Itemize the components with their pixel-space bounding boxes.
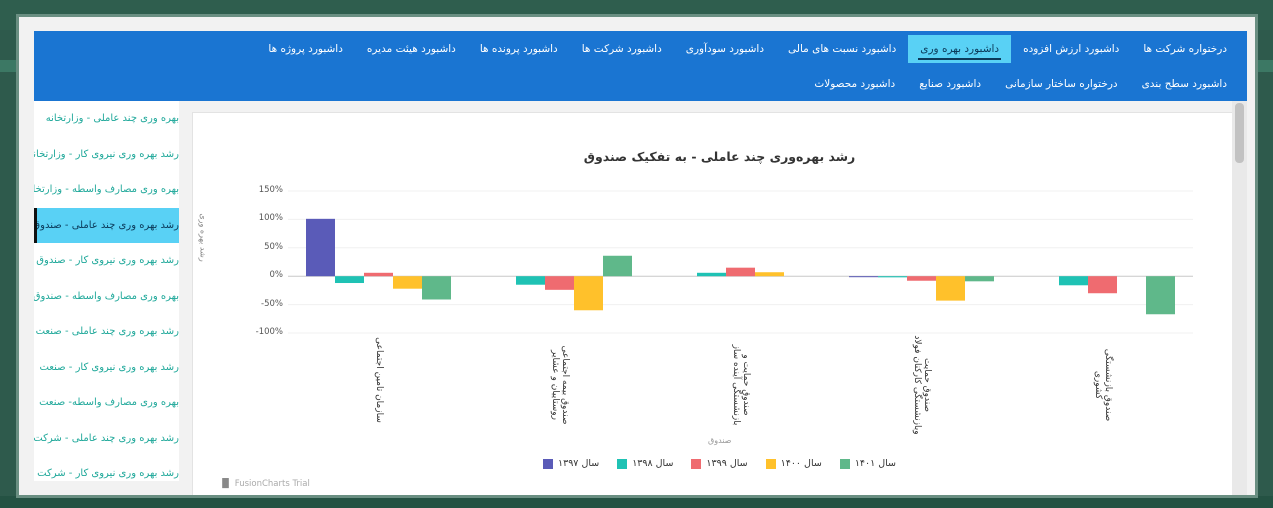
nav-item[interactable]: درختواره ساختار سازمانی bbox=[993, 70, 1130, 98]
nav-item[interactable]: داشبورد سودآوری bbox=[674, 35, 776, 63]
legend-label: سال ۱۳۹۷ bbox=[558, 458, 600, 469]
bar[interactable] bbox=[849, 276, 878, 278]
chart-panel: رشد بهره‌وری چند عاملی - به تفکیک صندوق … bbox=[192, 112, 1247, 495]
nav-item[interactable]: داشبورد ارزش افزوده bbox=[1011, 35, 1131, 63]
sidebar-item[interactable]: رشد بهره وری نیروی کار - وزارتخانه bbox=[34, 137, 179, 173]
bar[interactable] bbox=[603, 255, 632, 277]
x-category-label: صندوق حمایت وبازنشستگی کارکنان فولاد bbox=[911, 335, 932, 435]
bar-chart bbox=[288, 190, 1193, 334]
bar[interactable] bbox=[1146, 276, 1175, 315]
legend-item[interactable]: سال ۱۳۹۹ bbox=[691, 458, 748, 469]
nav-item[interactable]: داشبورد نسبت های مالی bbox=[776, 35, 908, 63]
bar[interactable] bbox=[335, 276, 364, 284]
bar[interactable] bbox=[936, 276, 965, 301]
nav-item[interactable]: داشبورد پروژه ها bbox=[256, 35, 355, 63]
bar[interactable] bbox=[907, 276, 936, 281]
legend-swatch bbox=[691, 458, 702, 469]
bar[interactable] bbox=[1088, 276, 1117, 294]
fusioncharts-logo-icon: ▐▌ bbox=[219, 479, 233, 489]
legend-item[interactable]: سال ۱۴۰۱ bbox=[839, 458, 897, 469]
chart-legend: سال ۱۴۰۱ سال ۱۴۰۰ سال ۱۳۹۹ سال ۱۳۹۸ سال ۱۳۹۷ bbox=[193, 458, 1246, 469]
nav-item[interactable]: داشبورد صنایع bbox=[907, 70, 993, 98]
sidebar-item[interactable]: بهره وری چند عاملی - وزارتخانه bbox=[34, 101, 179, 137]
legend-item[interactable]: سال ۱۳۹۸ bbox=[617, 458, 673, 469]
legend-label: سال ۱۴۰۱ bbox=[854, 458, 897, 469]
x-axis-title: صندوق bbox=[708, 436, 732, 445]
sidebar-item[interactable]: بهره وری مصارف واسطه - صندوق bbox=[34, 279, 179, 315]
sidebar-item[interactable]: بهره وری مصارف واسطه - وزارتخانه bbox=[34, 172, 179, 208]
nav-item[interactable]: داشبورد بهره وری bbox=[908, 34, 1012, 63]
scrollbar[interactable] bbox=[1232, 101, 1247, 495]
bar[interactable] bbox=[393, 276, 422, 289]
bar[interactable] bbox=[545, 276, 574, 290]
bar[interactable] bbox=[306, 218, 335, 277]
nav-item[interactable]: داشبورد شرکت ها bbox=[570, 35, 674, 63]
legend-label: سال ۱۳۹۸ bbox=[632, 458, 674, 469]
sidebar-item[interactable]: رشد بهره وری نیروی کار - شرکت bbox=[34, 456, 179, 481]
nav-item[interactable]: داشبورد پرونده ها bbox=[468, 35, 570, 63]
sidebar-item[interactable]: رشد بهره وری نیروی کار - صنعت bbox=[34, 350, 179, 386]
legend-item[interactable]: سال ۱۳۹۷ bbox=[543, 458, 599, 469]
bar[interactable] bbox=[422, 276, 451, 300]
bar[interactable] bbox=[1059, 276, 1088, 286]
sidebar-item[interactable]: رشد بهره وری چند عاملی - شرکت bbox=[34, 421, 179, 457]
legend-item[interactable]: سال ۱۴۰۰ bbox=[765, 458, 822, 469]
sidebar-item[interactable]: رشد بهره وری نیروی کار - صندوق bbox=[34, 243, 179, 279]
bar[interactable] bbox=[965, 276, 994, 282]
legend-label: سال ۱۴۰۰ bbox=[780, 458, 822, 469]
x-category-label: صندوق بیمه اجتماعی روستاییان و عشایر bbox=[549, 345, 570, 425]
nav-row-primary: درختواره شرکت ها داشبورد ارزش افزوده داشبو… bbox=[34, 31, 1247, 66]
nav-row-secondary: داشبورد سطح بندی درختواره ساختار سازمانی د… bbox=[34, 66, 1247, 101]
bar[interactable] bbox=[755, 272, 784, 277]
legend-swatch bbox=[839, 458, 850, 469]
top-navigation: درختواره شرکت ها داشبورد ارزش افزوده داشبو… bbox=[34, 31, 1247, 101]
bar[interactable] bbox=[697, 272, 726, 277]
sidebar-item[interactable]: رشد بهره وری چند عاملی - صنعت bbox=[34, 314, 179, 350]
nav-item[interactable]: درختواره شرکت ها bbox=[1131, 35, 1239, 63]
nav-item[interactable]: داشبورد سطح بندی bbox=[1130, 70, 1239, 98]
x-category-label: صندوق حمایت و بازنشستگی آینده ساز bbox=[730, 344, 751, 426]
nav-item[interactable]: داشبورد محصولات bbox=[802, 70, 907, 98]
bar[interactable] bbox=[878, 276, 907, 278]
x-category-label: صندوق بازنشستگی کشوری bbox=[1092, 348, 1113, 422]
bar[interactable] bbox=[574, 276, 603, 311]
sidebar-menu: بهره وری چند عاملی - وزارتخانه رشد بهره و… bbox=[34, 101, 179, 481]
legend-swatch bbox=[617, 458, 628, 469]
legend-label: سال ۱۳۹۹ bbox=[706, 458, 748, 469]
bar[interactable] bbox=[364, 272, 393, 277]
fusioncharts-watermark: ▐▌ FusionCharts Trial bbox=[219, 479, 310, 489]
bar[interactable] bbox=[516, 276, 545, 285]
legend-swatch bbox=[765, 458, 776, 469]
sidebar-item[interactable]: بهره وری مصارف واسطه- صنعت bbox=[34, 385, 179, 421]
fusioncharts-label: FusionCharts Trial bbox=[234, 479, 310, 489]
sidebar-item[interactable]: رشد بهره وری چند عاملی - صندوق bbox=[34, 207, 179, 243]
legend-swatch bbox=[543, 458, 553, 469]
x-category-label: سازمان تامین اجتماعی bbox=[373, 337, 384, 423]
bar[interactable] bbox=[726, 267, 755, 277]
app-window: درختواره شرکت ها داشبورد ارزش افزوده داشبو… bbox=[16, 14, 1258, 498]
nav-item[interactable]: داشبورد هیئت مدیره bbox=[355, 35, 468, 63]
scrollbar-thumb[interactable] bbox=[1235, 103, 1244, 163]
